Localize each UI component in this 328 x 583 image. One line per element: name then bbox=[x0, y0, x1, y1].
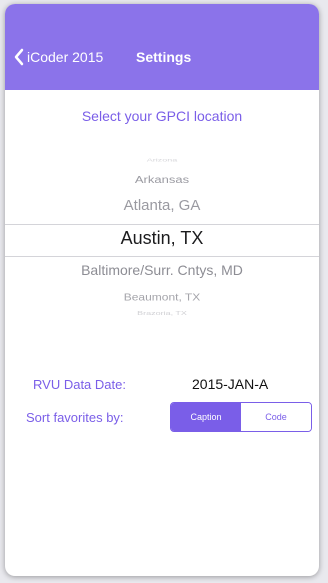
back-button[interactable]: iCoder 2015 bbox=[13, 48, 103, 66]
picker-item[interactable]: Arkansas bbox=[5, 174, 319, 186]
chevron-left-icon bbox=[14, 48, 24, 66]
sort-option-caption[interactable]: Caption bbox=[171, 403, 241, 431]
page-title: Settings bbox=[136, 49, 192, 65]
location-picker[interactable]: Arizona Arkansas Atlanta, GA Austin, TX … bbox=[5, 146, 319, 328]
sort-favorites-label: Sort favorites by: bbox=[26, 410, 124, 425]
rvu-date-label: RVU Data Date: bbox=[33, 377, 126, 392]
sort-segmented-control[interactable]: Caption Code bbox=[170, 402, 312, 432]
sort-option-code[interactable]: Code bbox=[241, 403, 311, 431]
navigation-bar: iCoder 2015 Settings bbox=[5, 4, 319, 90]
picker-item-selected[interactable]: Austin, TX bbox=[5, 228, 319, 249]
picker-item[interactable]: Arizona bbox=[5, 157, 319, 163]
phone-screen: iCoder 2015 Settings Select your GPCI lo… bbox=[5, 4, 319, 576]
location-prompt: Select your GPCI location bbox=[81, 108, 243, 124]
picker-item[interactable]: Atlanta, GA bbox=[5, 197, 319, 214]
picker-item[interactable]: Brazoria, TX bbox=[5, 310, 319, 316]
rvu-date-value: 2015-JAN-A bbox=[192, 376, 269, 392]
picker-selection-bottom-line bbox=[5, 256, 319, 257]
picker-item[interactable]: Baltimore/Surr. Cntys, MD bbox=[5, 262, 319, 278]
picker-item[interactable]: Beaumont, TX bbox=[5, 291, 319, 303]
picker-selection-top-line bbox=[5, 224, 319, 225]
back-button-label: iCoder 2015 bbox=[27, 49, 104, 65]
